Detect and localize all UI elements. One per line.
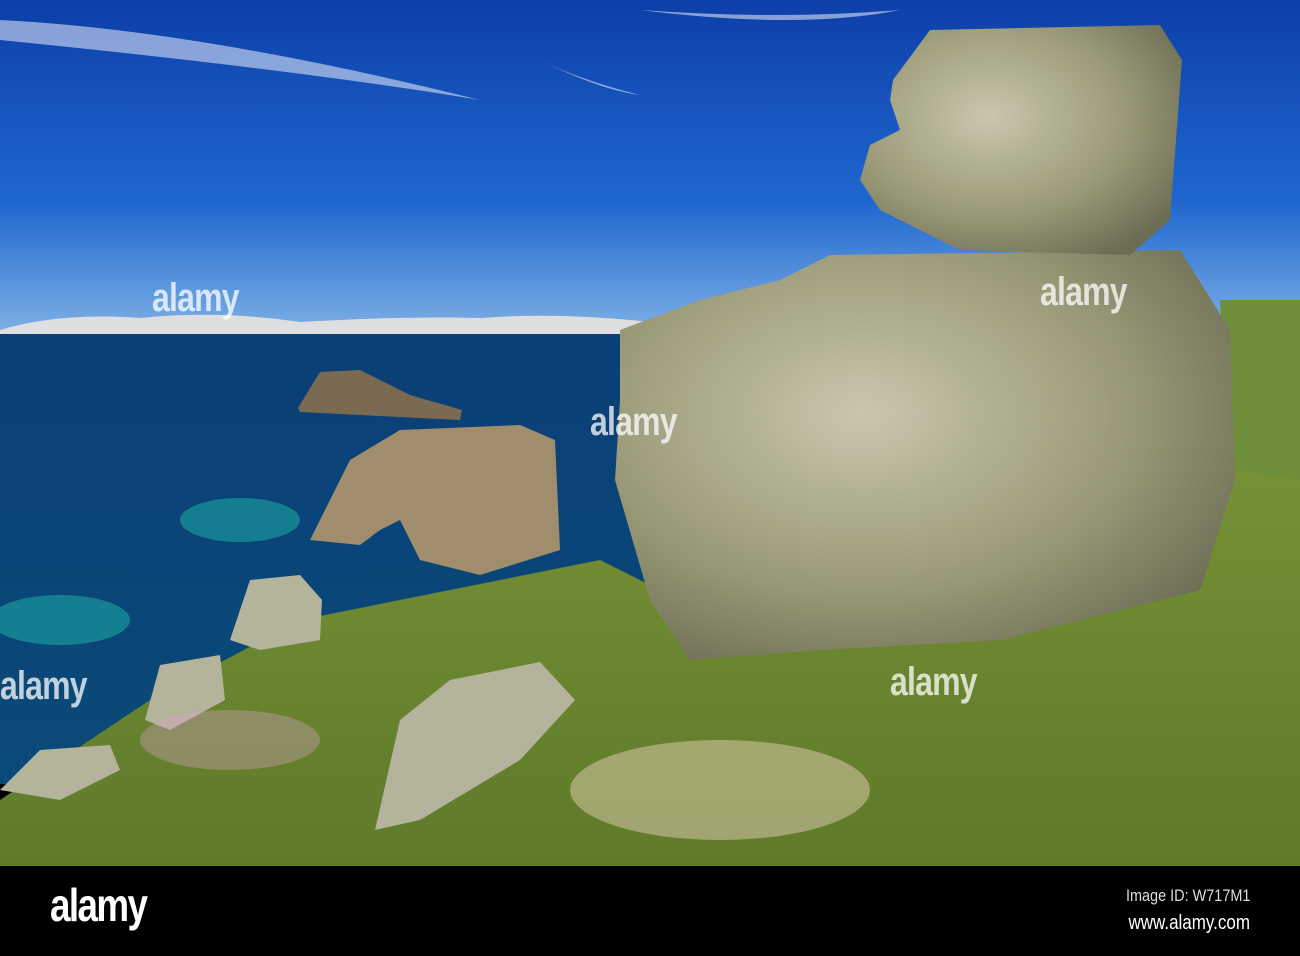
alamy-logo: alamy (50, 879, 148, 931)
image-id: Image ID: W717M1 (1125, 886, 1250, 905)
watermark: alamy (1040, 270, 1128, 314)
balanced-rock (860, 25, 1182, 255)
pink-thrift-flowers (570, 740, 870, 840)
watermark: alamy (0, 664, 88, 708)
watermark: alamy (152, 276, 240, 320)
website-link[interactable]: www.alamy.com (1128, 912, 1250, 935)
large-boulder (615, 250, 1235, 660)
watermark: alamy (590, 400, 678, 444)
watermark: alamy (890, 660, 978, 704)
stock-photo-page: alamy alamy alamy alamy alamy alamy Imag… (0, 0, 1300, 956)
footer-bar: alamy Image ID: W717M1 www.alamy.com (0, 866, 1300, 956)
